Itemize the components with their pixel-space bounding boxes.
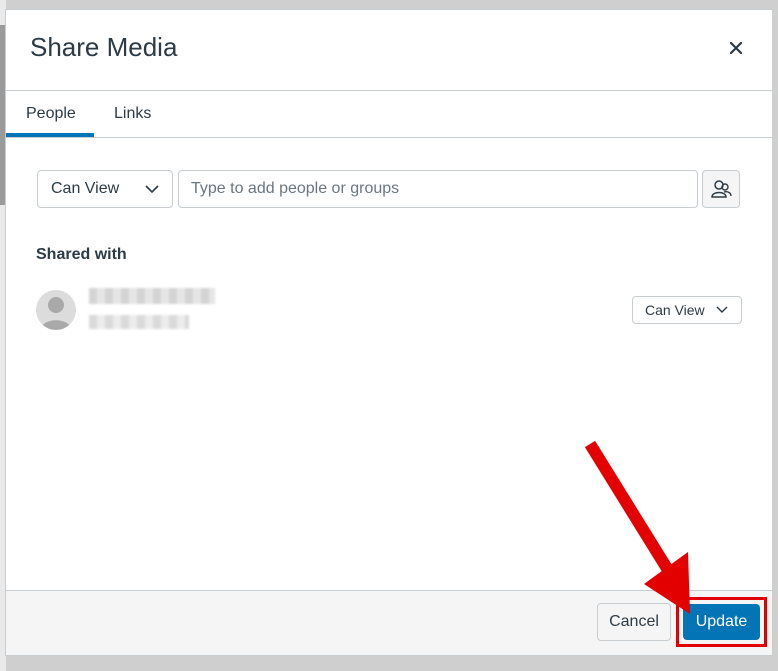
dialog-footer: Cancel Update <box>6 590 772 655</box>
avatar <box>36 290 76 330</box>
cancel-button[interactable]: Cancel <box>597 603 671 641</box>
browse-people-button[interactable] <box>702 170 740 208</box>
permission-select-value: Can View <box>51 180 120 197</box>
dialog-title: Share Media <box>30 32 178 62</box>
update-button[interactable]: Update <box>683 604 760 640</box>
shared-with-heading: Shared with <box>36 246 127 263</box>
close-icon <box>730 42 742 54</box>
user-permission-select[interactable]: Can View <box>632 296 742 324</box>
tab-people[interactable]: People <box>26 105 76 123</box>
active-tab-indicator <box>6 133 94 137</box>
tab-bar: People Links <box>6 90 772 138</box>
share-media-dialog: Share Media People Links Can View Shared… <box>5 9 773 656</box>
permission-select[interactable]: Can View <box>37 170 173 208</box>
tab-links[interactable]: Links <box>114 105 151 123</box>
chevron-down-icon <box>716 306 728 313</box>
redacted-user-email <box>89 315 189 329</box>
user-avatar-icon <box>41 297 71 330</box>
close-button[interactable] <box>722 34 750 62</box>
shared-user-row: Can View <box>36 288 742 332</box>
chevron-down-icon <box>145 185 159 194</box>
user-permission-value: Can View <box>645 302 705 318</box>
people-browse-icon <box>711 180 732 198</box>
people-search-input[interactable] <box>178 170 698 208</box>
dialog-header: Share Media <box>6 10 772 91</box>
redacted-user-name <box>89 288 215 304</box>
